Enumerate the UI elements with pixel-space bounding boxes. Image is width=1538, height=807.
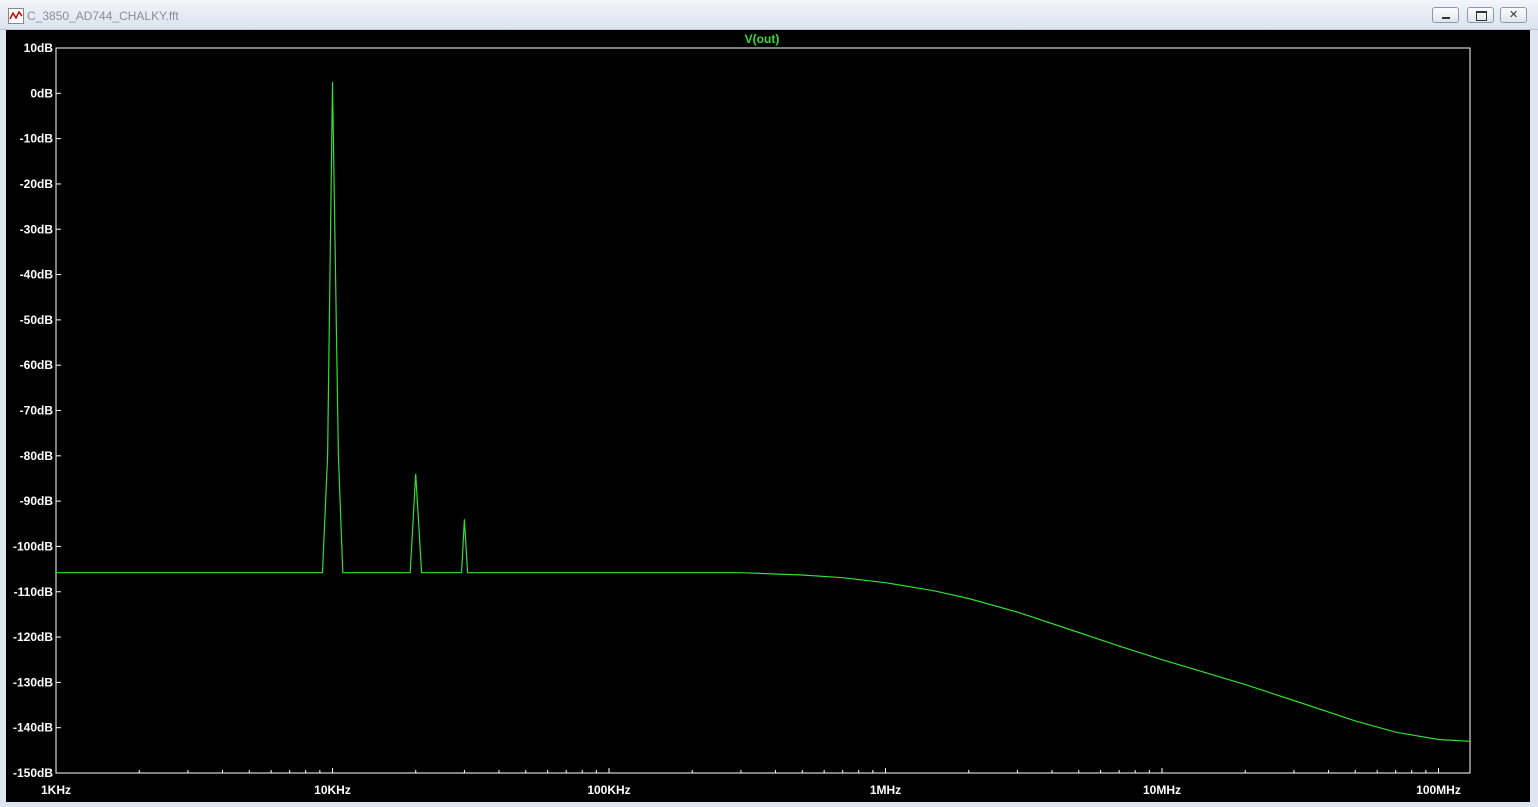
window-title: C_3850_AD744_CHALKY.fft [27,9,179,23]
fft-plot[interactable]: 10dB 0dB -10dB -20dB -30dB -40dB -50dB -60dB -70… [6,30,1530,802]
x-tick-label: 1KHz [41,783,71,797]
x-tick-label: 10MHz [1143,783,1181,797]
y-tick-label: -30dB [20,222,54,236]
x-tick-label: 1MHz [870,783,901,797]
y-tick-label: -90dB [20,494,54,508]
vout-trace [56,81,1471,742]
window-titlebar: C_3850_AD744_CHALKY.fft ✕ [0,0,1538,30]
y-tick-label: 0dB [30,86,53,100]
y-tick-label: -40dB [20,268,54,282]
y-tick-label: -120dB [13,630,53,644]
trace-label[interactable]: V(out) [745,32,780,46]
y-tick-label: -130dB [13,675,53,689]
plot-border [55,47,1471,774]
x-tick-label: 100KHz [587,783,630,797]
y-tick-label: -10dB [20,132,54,146]
y-tick-label: -50dB [20,313,54,327]
y-tick-label: -110dB [14,585,54,599]
waveform-icon [8,8,24,24]
y-tick-label: -140dB [13,721,53,735]
minimize-button[interactable] [1432,7,1459,23]
x-tick-label: 100MHz [1416,783,1461,797]
y-tick-label: -100dB [13,539,53,553]
y-tick-label: -150dB [13,766,53,780]
y-tick-label: 10dB [24,41,54,55]
minimize-icon [1442,17,1450,19]
close-icon: ✕ [1509,9,1519,21]
y-tick-label: -80dB [20,449,54,463]
y-tick-label: -60dB [20,358,54,372]
restore-icon [1476,11,1487,21]
close-button[interactable]: ✕ [1500,7,1527,23]
restore-button[interactable] [1467,7,1494,23]
x-tick-label: 10KHz [314,783,351,797]
y-tick-label: -70dB [20,404,54,418]
y-tick-label: -20dB [20,177,54,191]
plot-pane[interactable]: 10dB 0dB -10dB -20dB -30dB -40dB -50dB -60dB -70… [6,30,1530,802]
